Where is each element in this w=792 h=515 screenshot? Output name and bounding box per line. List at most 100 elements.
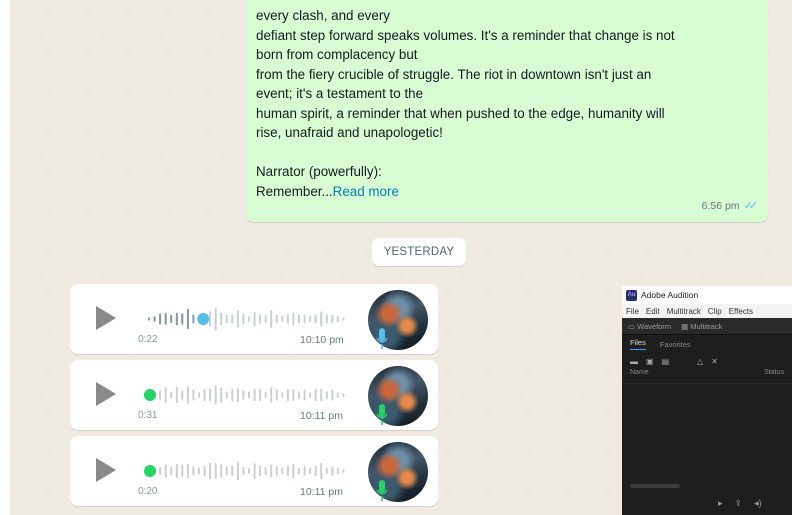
audition-title: Adobe Audition (641, 290, 699, 300)
waveform-bar (209, 462, 212, 480)
waveform-bar (309, 315, 312, 323)
waveform-bar (148, 317, 150, 321)
waveform-bar (314, 388, 317, 402)
waveform-bar (286, 314, 289, 324)
waveform-bar (242, 313, 245, 325)
adobe-audition-window[interactable]: Au Adobe Audition File Edit Multitrack C… (622, 286, 792, 515)
voice-message-1[interactable]: 0:22 10:10 pm (70, 284, 438, 354)
waveform-bar (259, 388, 262, 402)
export-icon[interactable]: ⇪ (735, 498, 743, 509)
waveform-bar (325, 314, 328, 324)
waveform-bar (170, 314, 173, 324)
waveform-bar (225, 314, 228, 324)
waveform-bar (164, 312, 167, 326)
waveform-bar (164, 387, 167, 403)
voice-duration: 0:22 (138, 334, 158, 345)
waveform-bar (209, 311, 212, 327)
waveform-bar (198, 392, 200, 398)
waveform-bar (248, 468, 250, 474)
waveform-bar (209, 388, 212, 402)
waveform-bar (186, 463, 189, 479)
waveform-bar (186, 386, 189, 404)
date-separator: YESTERDAY (372, 238, 466, 266)
menu-effects[interactable]: Effects (729, 307, 753, 316)
tab-files[interactable]: Files (630, 338, 646, 350)
waveform-bar (331, 466, 334, 476)
playback-position-dot[interactable] (197, 313, 210, 325)
waveform-bar (231, 465, 234, 477)
menu-multitrack[interactable]: Multitrack (667, 307, 701, 316)
waveform-bar (192, 466, 195, 476)
play-icon[interactable] (96, 458, 116, 482)
message-time: 6:56 pm (701, 199, 740, 212)
playback-position-dot[interactable] (144, 389, 156, 401)
waveform-bar (159, 390, 162, 400)
voice-time: 10:10 pm (300, 334, 344, 346)
horizontal-scrollbar[interactable] (630, 484, 680, 488)
voice-duration: 0:20 (138, 486, 158, 497)
playback-position-dot[interactable] (144, 465, 156, 477)
insert-icon[interactable]: △ (697, 357, 703, 366)
waveform-bar (192, 314, 195, 324)
play-small-icon[interactable]: ▸ (718, 498, 723, 509)
message-line: Narrator (powerfully): (256, 164, 382, 179)
waveform[interactable] (144, 306, 354, 332)
waveform-bar (314, 465, 317, 477)
voice-message-2[interactable]: 0:31 10:11 pm (70, 360, 438, 430)
waveform-bar (320, 388, 323, 402)
waveform[interactable] (144, 458, 354, 484)
close-file-icon[interactable]: ✕ (711, 357, 718, 366)
files-panel-tabs: Files Favorites (622, 335, 792, 353)
tab-favorites[interactable]: Favorites (660, 340, 691, 349)
waveform-view-button[interactable]: ▭ Waveform (628, 322, 671, 331)
waveform-bar (153, 316, 156, 322)
volume-icon[interactable]: ◂) (754, 498, 762, 509)
waveform-label: Waveform (637, 321, 672, 331)
waveform-bar (281, 315, 284, 323)
message-line: human spirit, a reminder that when pushe… (256, 105, 665, 121)
waveform[interactable] (144, 382, 354, 408)
waveform-bar (264, 315, 267, 323)
message-truncated-text: Remember... (256, 183, 333, 199)
message-line (256, 143, 758, 163)
waveform-bar (192, 389, 195, 401)
audition-toolbar: ▭ Waveform ▦ Multitrack (622, 318, 792, 335)
menu-edit[interactable]: Edit (646, 307, 660, 316)
mic-body (379, 480, 385, 493)
menu-file[interactable]: File (626, 307, 639, 316)
multitrack-view-button[interactable]: ▦ Multitrack (681, 322, 722, 331)
waveform-bar (264, 391, 267, 399)
play-icon[interactable] (96, 382, 116, 406)
waveform-bar (281, 467, 284, 475)
open-file-icon[interactable]: ▬ (630, 357, 638, 366)
mic-body (379, 404, 385, 417)
outgoing-message-bubble[interactable]: every clash, and every defiant step forwa… (246, 0, 768, 222)
waveform-bar (259, 314, 262, 324)
waveform-bar (336, 467, 339, 475)
column-status[interactable]: Status (764, 369, 784, 383)
column-name[interactable]: Name (630, 369, 649, 383)
waveform-bar (292, 463, 295, 479)
waveform-bar (253, 388, 256, 402)
audition-title-bar[interactable]: Au Adobe Audition (622, 286, 792, 304)
voice-message-3[interactable]: 0:20 10:11 pm (70, 436, 438, 506)
waveform-bar (325, 467, 328, 475)
audition-menu-bar: File Edit Multitrack Clip Effects (622, 304, 792, 318)
waveform-bar (275, 314, 278, 324)
waveform-bar (220, 387, 223, 403)
waveform-bar (242, 467, 245, 475)
waveform-bar (175, 312, 178, 326)
waveform-bar (336, 315, 339, 323)
read-more-link[interactable]: Read more (333, 184, 399, 199)
message-last-line: Remember...Read more (256, 182, 758, 202)
play-icon[interactable] (96, 306, 116, 330)
waveform-bar (292, 389, 295, 401)
waveform-bar (303, 314, 306, 324)
new-file-icon[interactable]: ▤ (662, 357, 670, 366)
menu-clip[interactable]: Clip (708, 307, 722, 316)
waveform-bar (342, 469, 345, 473)
audition-logo-icon: Au (626, 289, 637, 301)
waveform-bar (298, 314, 300, 324)
waveform-bar (225, 391, 228, 399)
import-icon[interactable]: ▣ (646, 357, 654, 366)
